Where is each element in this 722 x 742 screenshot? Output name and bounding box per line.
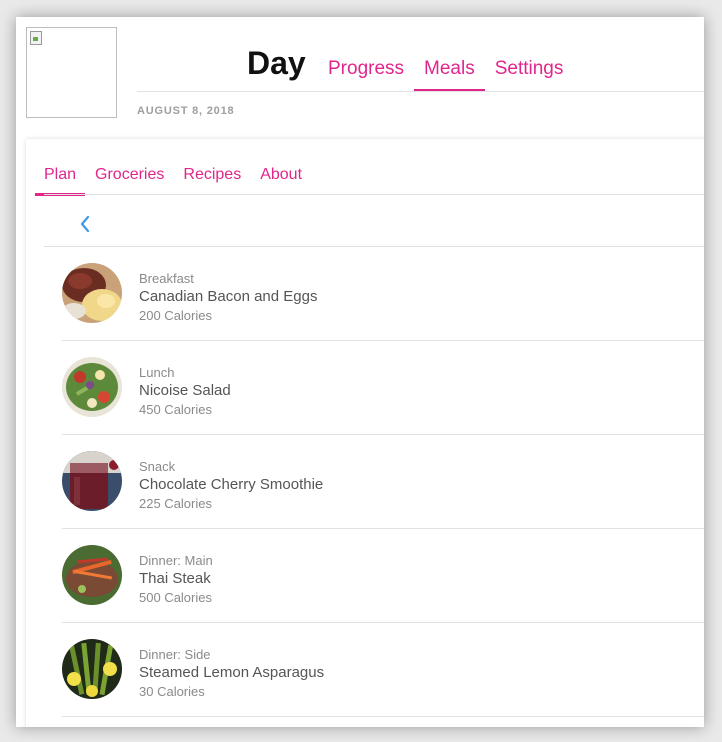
asparagus-photo [62, 639, 122, 699]
page-title: Day [247, 45, 306, 81]
meal-calories: 225 Calories [139, 496, 212, 511]
meal-name: Nicoise Salad [139, 382, 231, 399]
meal-calories: 450 Calories [139, 402, 212, 417]
meal-name: Canadian Bacon and Eggs [139, 288, 318, 305]
bacon-eggs-photo [62, 263, 122, 323]
meal-item-dinner-side[interactable]: Dinner: Side Steamed Lemon Asparagus 30 … [62, 623, 704, 717]
meal-type: Dinner: Main [139, 553, 213, 568]
chevron-left-icon[interactable] [76, 213, 96, 235]
meal-plan-card: Plan Groceries Recipes About Breakfast C… [26, 139, 704, 727]
day-modal: Day Progress Meals Settings AUGUST 8, 20… [16, 17, 704, 727]
meal-calories: 500 Calories [139, 590, 212, 605]
meal-item-lunch[interactable]: Lunch Nicoise Salad 450 Calories [62, 341, 704, 435]
sub-nav: Plan Groceries Recipes About [34, 166, 321, 196]
meal-list: Breakfast Canadian Bacon and Eggs 200 Ca… [62, 247, 704, 717]
tab-progress[interactable]: Progress [328, 57, 404, 80]
meal-item-snack[interactable]: Snack Chocolate Cherry Smoothie 225 Calo… [62, 435, 704, 529]
tab-about[interactable]: About [260, 166, 302, 184]
date-label: AUGUST 8, 2018 [137, 105, 235, 117]
image-placeholder-glyph [30, 31, 42, 45]
tab-settings[interactable]: Settings [495, 57, 564, 80]
meal-name: Chocolate Cherry Smoothie [139, 476, 324, 493]
subnav-divider [44, 194, 704, 195]
tab-meals[interactable]: Meals [414, 57, 485, 92]
meal-type: Breakfast [139, 271, 194, 286]
tab-groceries[interactable]: Groceries [95, 166, 164, 184]
meal-name: Thai Steak [139, 570, 211, 587]
meal-calories: 200 Calories [139, 308, 212, 323]
meal-name: Steamed Lemon Asparagus [139, 664, 325, 681]
tab-plan[interactable]: Plan [34, 166, 86, 196]
meal-type: Snack [139, 459, 176, 474]
nicoise-salad-photo [62, 357, 122, 417]
meal-type: Dinner: Side [139, 647, 211, 662]
meal-item-breakfast[interactable]: Breakfast Canadian Bacon and Eggs 200 Ca… [62, 247, 704, 341]
meal-calories: 30 Calories [139, 684, 205, 699]
header-divider [137, 91, 704, 92]
tab-recipes[interactable]: Recipes [183, 166, 241, 184]
smoothie-photo [62, 451, 122, 511]
top-nav: Progress Meals Settings [328, 57, 583, 92]
meal-type: Lunch [139, 365, 175, 380]
meal-item-dinner-main[interactable]: Dinner: Main Thai Steak 500 Calories [62, 529, 704, 623]
broken-image-icon [26, 27, 117, 118]
thai-steak-photo [62, 545, 122, 605]
